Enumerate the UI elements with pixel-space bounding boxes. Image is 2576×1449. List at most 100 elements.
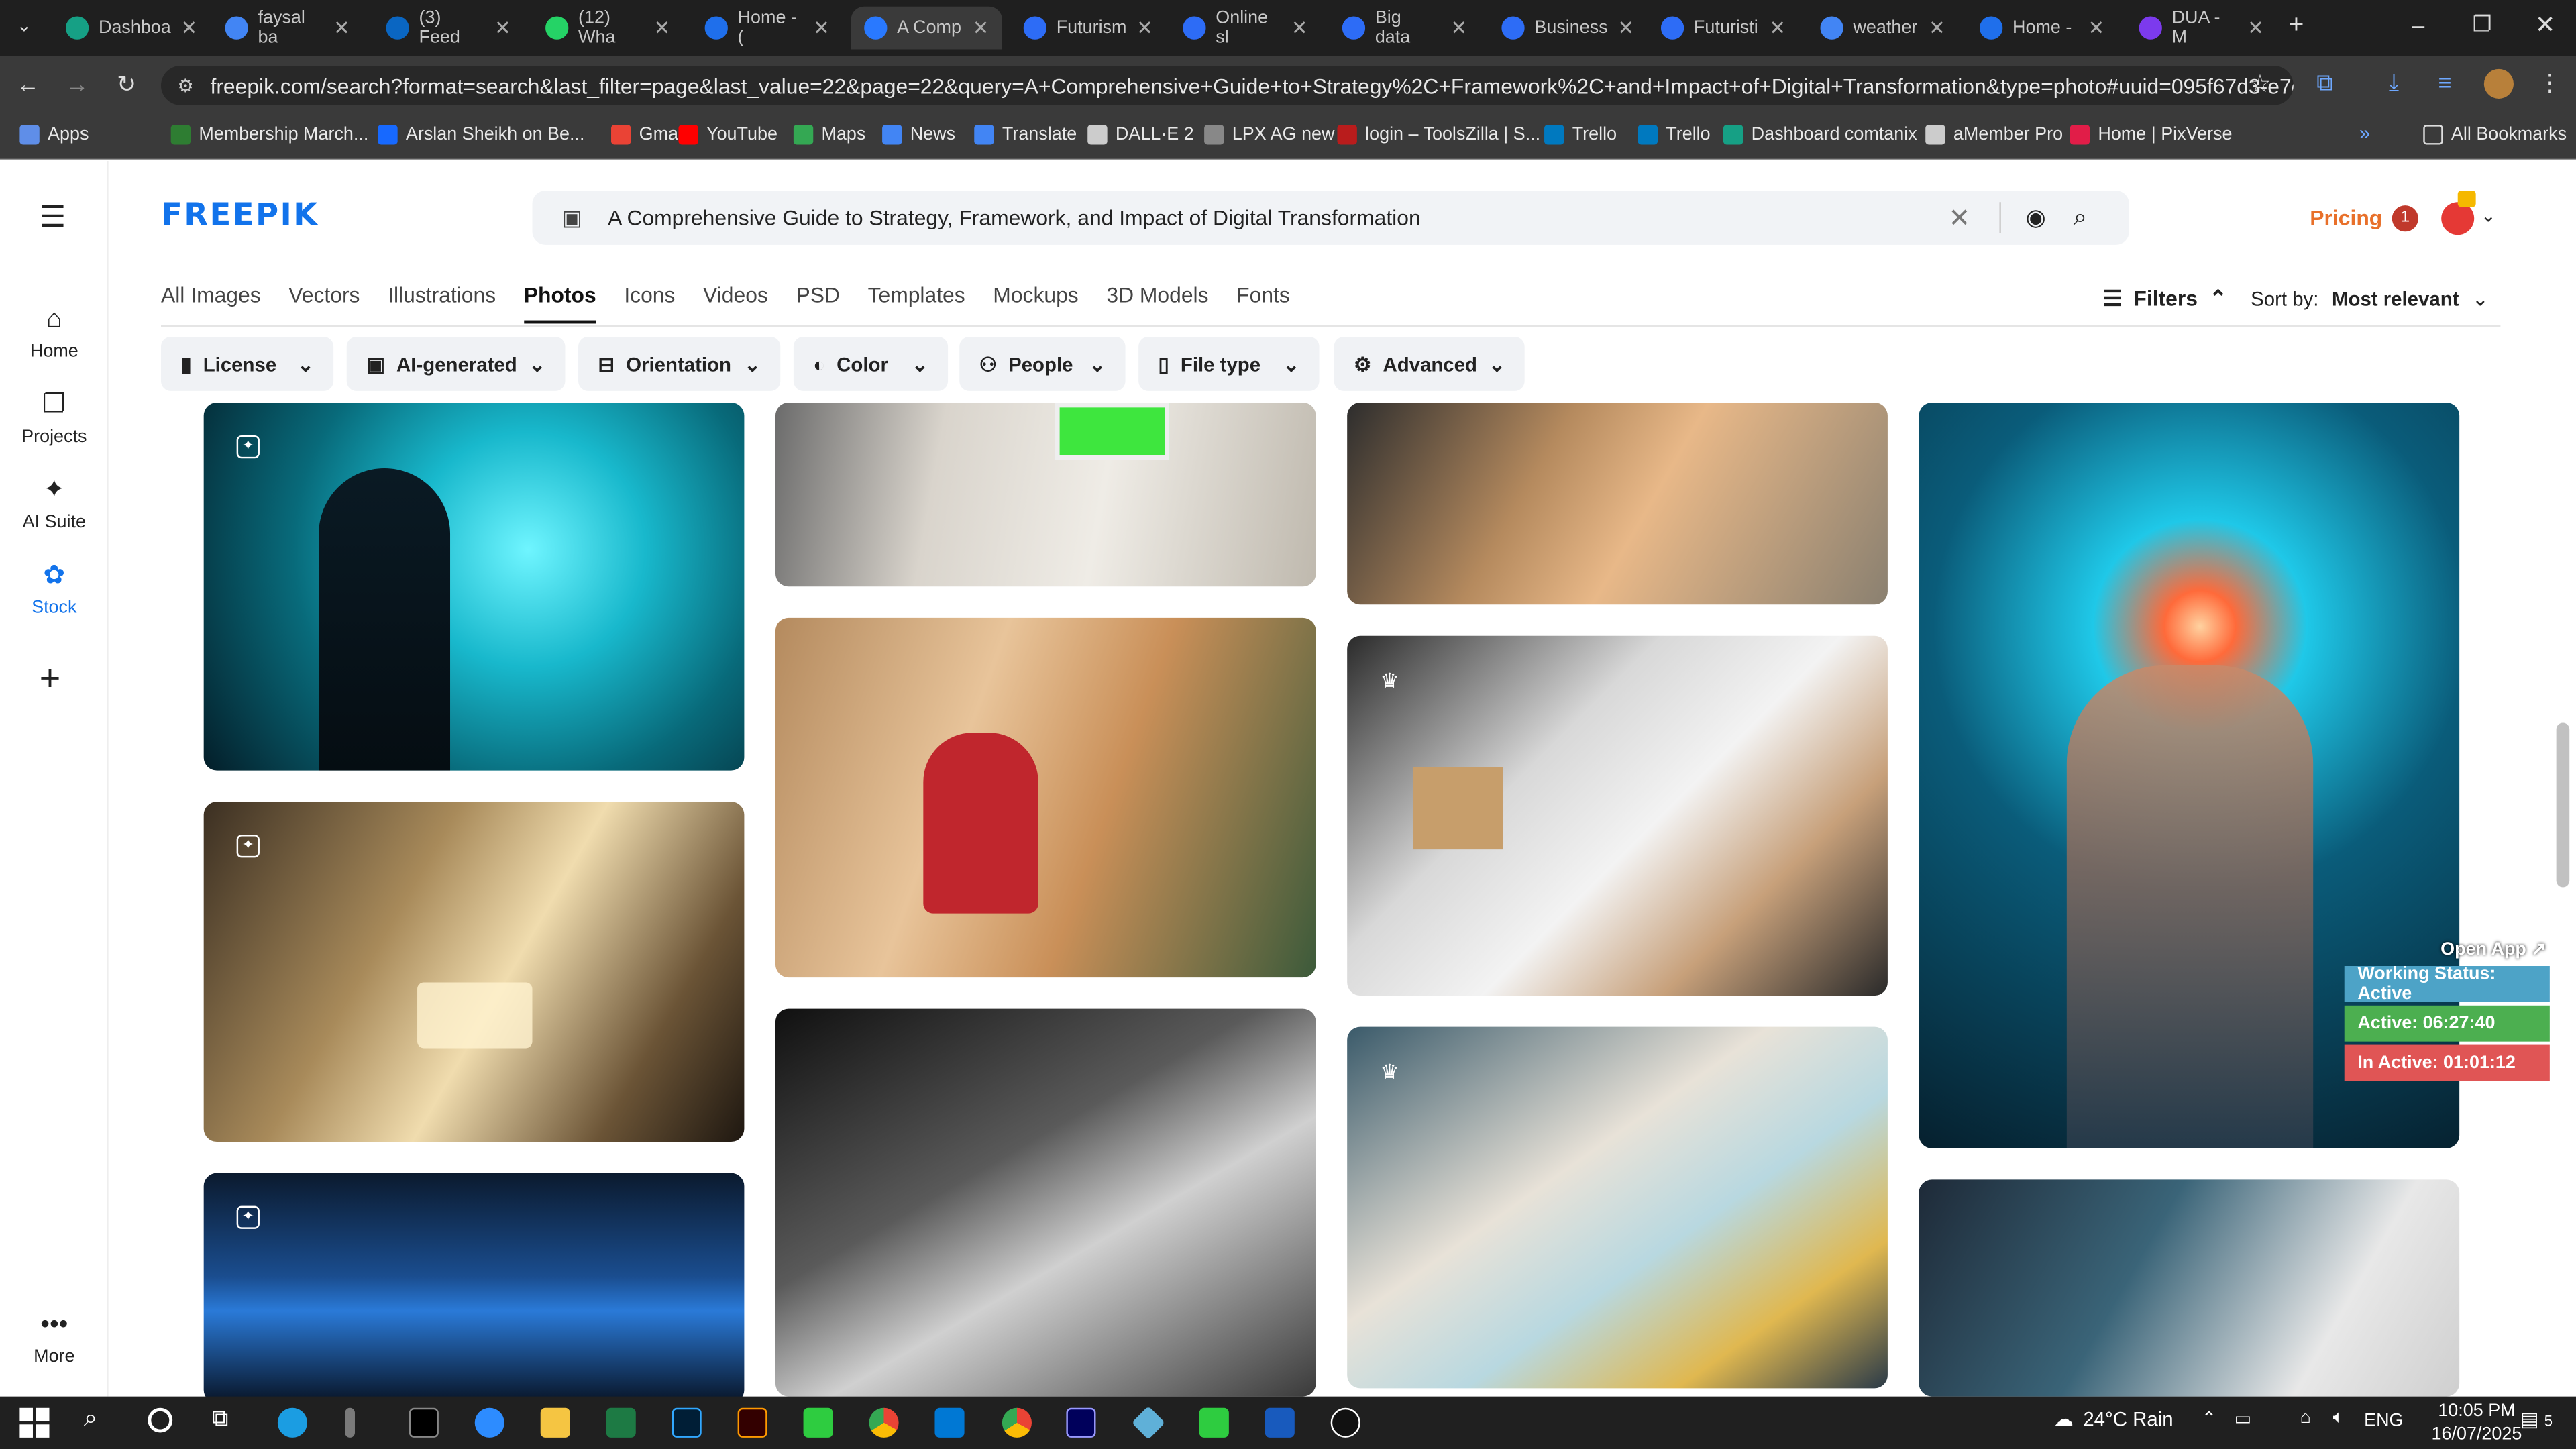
close-tab-icon[interactable]: ✕ bbox=[1617, 16, 1634, 39]
all-bookmarks-button[interactable]: All Bookmarks bbox=[2423, 121, 2567, 148]
bookmark-item[interactable]: Trello bbox=[1638, 121, 1711, 148]
forward-arrow-icon[interactable]: → bbox=[62, 69, 92, 99]
photo-data-center-meeting[interactable]: ✦ bbox=[203, 1173, 745, 1403]
photo-notebook-digital-overlay[interactable]: ♛ bbox=[1347, 1026, 1888, 1389]
browser-tab[interactable]: Home - (✕ bbox=[692, 7, 843, 50]
bookmark-item[interactable]: Translate bbox=[974, 121, 1077, 148]
excel-icon[interactable] bbox=[606, 1407, 636, 1438]
photo-business-plan-box[interactable]: ♛ bbox=[1347, 635, 1888, 996]
tab-search-dropdown[interactable]: ⌄ bbox=[16, 15, 32, 36]
browser-menu-icon[interactable]: ⋮ bbox=[2538, 69, 2561, 97]
search-icon[interactable]: ⌕ bbox=[2074, 204, 2088, 232]
filter-color-dropdown[interactable]: ◐ Color ⌄ bbox=[793, 337, 949, 391]
filter-orientation-dropdown[interactable]: ⊟ Orientation ⌄ bbox=[578, 337, 781, 391]
bookmark-item[interactable]: YouTube bbox=[678, 121, 777, 148]
bookmark-item[interactable]: DALL·E 2 bbox=[1087, 121, 1194, 148]
photo-architect-desk-tablet[interactable] bbox=[775, 402, 1316, 587]
sidebar-item-home[interactable]: ⌂ Home bbox=[0, 306, 109, 362]
bookmarks-overflow-icon[interactable]: » bbox=[2359, 121, 2370, 144]
taskbar-search-icon[interactable]: ⌕ bbox=[84, 1405, 98, 1433]
network-icon[interactable]: ⌂ bbox=[2300, 1408, 2311, 1428]
file-explorer-icon[interactable] bbox=[540, 1407, 570, 1438]
zoom-icon[interactable] bbox=[474, 1407, 504, 1438]
hamburger-menu-icon[interactable]: ☰ bbox=[40, 201, 66, 235]
profile-avatar[interactable] bbox=[2483, 68, 2514, 99]
close-tab-icon[interactable]: ✕ bbox=[2247, 16, 2264, 39]
new-tab-button[interactable]: + bbox=[2288, 11, 2304, 41]
tab-illustrations[interactable]: Illustrations bbox=[388, 282, 496, 323]
photo-business-hands-hologram[interactable] bbox=[1347, 402, 1888, 605]
browser-tab[interactable]: faysal ba ✕ bbox=[212, 7, 363, 50]
url-bar[interactable]: ⚙ freepik.com/search?format=search&last_… bbox=[161, 65, 2294, 105]
browser-tab[interactable]: (12) Wha ✕ bbox=[532, 7, 683, 50]
notification-center-icon[interactable]: ▤ 5 bbox=[2520, 1408, 2553, 1431]
cortana-icon[interactable] bbox=[148, 1407, 173, 1433]
browser-tab[interactable]: Futurism ✕ bbox=[1010, 7, 1161, 50]
bookmark-item[interactable]: Trello bbox=[1544, 121, 1617, 148]
freepik-logo[interactable]: FREEPIK bbox=[161, 197, 319, 233]
bookmark-item[interactable]: aMember Pro bbox=[1925, 121, 2063, 148]
photo-digital-map-wall[interactable]: ✦ bbox=[203, 402, 745, 771]
reload-icon[interactable]: ↻ bbox=[112, 69, 142, 99]
close-tab-icon[interactable]: ✕ bbox=[973, 16, 989, 39]
close-tab-icon[interactable]: ✕ bbox=[1450, 16, 1467, 39]
tab-3d-models[interactable]: 3D Models bbox=[1106, 282, 1208, 323]
clock-time[interactable]: 10:05 PM bbox=[2438, 1401, 2515, 1421]
close-tab-icon[interactable]: ✕ bbox=[1929, 16, 1945, 39]
downloads-icon[interactable]: ⤓ bbox=[2389, 69, 2399, 97]
close-tab-icon[interactable]: ✕ bbox=[1291, 16, 1308, 39]
sidebar-item-ai-suite[interactable]: ✦ AI Suite bbox=[0, 476, 109, 532]
weather-widget[interactable]: ☁ 24°C Rain bbox=[2053, 1408, 2173, 1431]
tab-icons[interactable]: Icons bbox=[624, 282, 675, 323]
tab-mockups[interactable]: Mockups bbox=[993, 282, 1078, 323]
browser-tab[interactable]: DUA - M ✕ bbox=[2126, 7, 2277, 50]
windows-start-icon[interactable] bbox=[19, 1407, 50, 1438]
tab-psd[interactable]: PSD bbox=[796, 282, 839, 323]
bookmark-item[interactable]: Gmail bbox=[611, 121, 686, 148]
browser-tab[interactable]: Futuristi ✕ bbox=[1648, 7, 1799, 50]
premiere-icon[interactable] bbox=[1066, 1407, 1096, 1438]
tab-videos[interactable]: Videos bbox=[703, 282, 768, 323]
sort-control[interactable]: Sort by: Most relevant ⌄ bbox=[2251, 288, 2489, 311]
chrome-icon[interactable] bbox=[869, 1407, 899, 1438]
add-icon[interactable]: + bbox=[40, 657, 60, 700]
extensions-icon[interactable]: ⧉ bbox=[2316, 69, 2332, 97]
bookmark-star-icon[interactable]: ☆ bbox=[2249, 69, 2271, 99]
browser-tab[interactable]: Big data ✕ bbox=[1329, 7, 1480, 50]
word-icon[interactable] bbox=[1265, 1407, 1295, 1438]
filter-file-type-dropdown[interactable]: ▯ File type ⌄ bbox=[1138, 337, 1320, 391]
bookmark-item[interactable]: Home | PixVerse bbox=[2070, 121, 2233, 148]
media-player-icon[interactable] bbox=[1330, 1407, 1360, 1438]
vscode-icon[interactable] bbox=[934, 1407, 965, 1438]
browser-tab[interactable]: Dashboa ✕ bbox=[52, 7, 203, 50]
photo-bw-world-map-laptop[interactable] bbox=[775, 1008, 1316, 1397]
clock-date[interactable]: 16/07/2025 bbox=[2432, 1424, 2522, 1444]
tab-templates[interactable]: Templates bbox=[868, 282, 965, 323]
filter-people-dropdown[interactable]: ⚇ People ⌄ bbox=[959, 337, 1126, 391]
bookmark-item[interactable]: News bbox=[882, 121, 955, 148]
tab-fonts[interactable]: Fonts bbox=[1236, 282, 1290, 323]
meet-now-icon[interactable]: ▭ bbox=[2235, 1408, 2251, 1429]
filter-license-dropdown[interactable]: ▮ License ⌄ bbox=[161, 337, 334, 391]
close-tab-icon[interactable]: ✕ bbox=[181, 16, 198, 39]
bookmark-item[interactable]: Arslan Sheikh on Be... bbox=[378, 121, 584, 148]
illustrator-icon[interactable] bbox=[737, 1407, 767, 1438]
tab-photos[interactable]: Photos bbox=[523, 282, 596, 324]
browser-tab[interactable]: Business ✕ bbox=[1489, 7, 1640, 50]
open-app-link[interactable]: Open App ↗ bbox=[2345, 933, 2550, 963]
search-input[interactable]: ▣ A Comprehensive Guide to Strategy, Fra… bbox=[532, 191, 2129, 245]
bookmark-item[interactable]: Maps bbox=[793, 121, 865, 148]
photo-woman-red-laptop[interactable] bbox=[775, 617, 1316, 978]
sidebar-item-projects[interactable]: ❐ Projects bbox=[0, 391, 109, 447]
back-arrow-icon[interactable]: ← bbox=[13, 69, 43, 99]
sidebar-item-stock[interactable]: ✿ Stock bbox=[0, 562, 109, 618]
edge-icon[interactable] bbox=[277, 1407, 307, 1438]
sidebar-item-more[interactable]: ••• More bbox=[0, 1311, 109, 1366]
page-scrollbar[interactable] bbox=[2556, 722, 2570, 888]
close-window-button[interactable]: ✕ bbox=[2535, 10, 2556, 40]
pricing-link[interactable]: Pricing bbox=[2310, 205, 2382, 230]
filters-toggle[interactable]: ☰ Filters ⌃ bbox=[2103, 286, 2227, 312]
browser-tab[interactable]: A Comp ✕ bbox=[851, 6, 1002, 50]
clear-search-icon[interactable]: ✕ bbox=[1949, 201, 1971, 234]
tab-all-images[interactable]: All Images bbox=[161, 282, 261, 323]
